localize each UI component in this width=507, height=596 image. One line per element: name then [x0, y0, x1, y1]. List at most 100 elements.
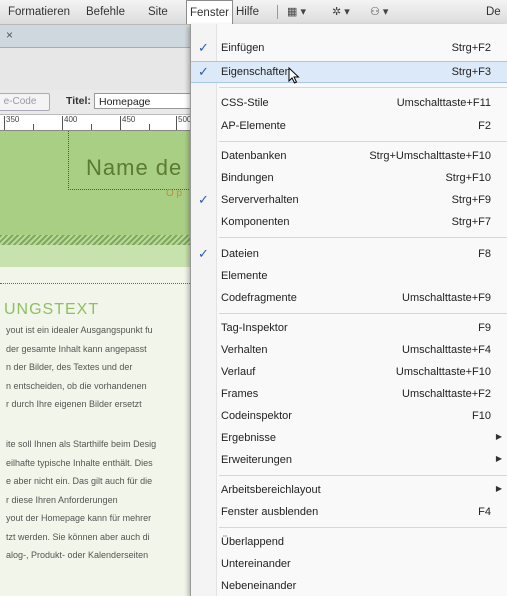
close-icon[interactable]: ×	[6, 28, 13, 42]
menu-item-label: Codefragmente	[221, 292, 297, 304]
body-line: n der Bilder, des Textes und der	[6, 362, 133, 372]
menu-site[interactable]: Site	[148, 0, 168, 24]
submenu-arrow-icon: ▶	[495, 454, 502, 463]
check-icon: ✓	[198, 64, 209, 79]
menu-item-ergebnisse[interactable]: Ergebnisse ▶	[191, 427, 507, 449]
ruler-tick	[4, 116, 5, 130]
check-icon: ✓	[198, 192, 209, 207]
menu-item-label: Elemente	[221, 270, 268, 282]
body-text-block-1: yout ist ein idealer Ausgangspunkt fu de…	[6, 321, 200, 414]
menu-item-codeinspektor[interactable]: Codeinspektor F10	[191, 405, 507, 427]
menu-separator	[219, 527, 507, 528]
ruler-tick	[149, 124, 150, 130]
menu-hilfe[interactable]: Hilfe	[236, 0, 259, 24]
menu-item-erweiterungen[interactable]: Erweiterungen ▶	[191, 449, 507, 471]
menu-separator	[219, 237, 507, 238]
menu-befehle[interactable]: Befehle	[86, 0, 125, 24]
mouse-pointer-icon	[288, 67, 300, 84]
ruler-number: 400	[64, 115, 78, 124]
menu-item-tag-inspektor[interactable]: Tag-Inspektor F9	[191, 317, 507, 339]
body-line: eilhafte typische Inhalte enthält. Dies	[6, 457, 153, 468]
menu-item-shortcut: Umschalttaste+F4	[402, 344, 491, 356]
ruler-tick	[33, 124, 34, 130]
body-line: r durch Ihre eigenen Bilder ersetzt	[6, 399, 142, 409]
ruler-tick	[62, 116, 63, 130]
ruler: 350 400 450 500	[0, 115, 200, 131]
live-code-button[interactable]: e-Code	[0, 93, 50, 111]
menu-item-shortcut: Strg+F7	[451, 216, 491, 228]
menu-item-elemente[interactable]: Elemente	[191, 265, 507, 287]
menu-item-label: Verlauf	[221, 366, 256, 378]
menu-item-shortcut: Strg+F10	[445, 172, 491, 184]
menu-item-label: Überlappend	[221, 536, 284, 548]
design-canvas[interactable]: Name de O p UNGSTEXT yout ist ein ideale…	[0, 131, 200, 596]
menu-separator	[219, 475, 507, 476]
body-line: r diese Ihren Anforderungen	[6, 494, 118, 505]
menu-item-frames[interactable]: Frames Umschalttaste+F2	[191, 383, 507, 405]
menu-formatieren[interactable]: Formatieren	[8, 0, 70, 24]
menu-item-label: Tag-Inspektor	[221, 322, 288, 334]
menu-item-label: Dateien	[221, 248, 259, 260]
menu-item-shortcut: Strg+Umschalttaste+F10	[369, 150, 491, 162]
menu-item-shortcut: F4	[478, 506, 491, 518]
check-icon: ✓	[198, 246, 209, 261]
menu-item-shortcut: Strg+F3	[451, 66, 491, 78]
body-line: n entscheiden, ob die vorhandenen	[6, 380, 147, 391]
menu-separator	[219, 313, 507, 314]
menu-item-shortcut: Strg+F9	[451, 194, 491, 206]
site-map-icon[interactable]: ⚇ ▾	[370, 0, 388, 24]
menu-item-shortcut: F9	[478, 322, 491, 334]
fenster-dropdown-menu: ✓ Einfügen Strg+F2 ✓ Eigenschaften Strg+…	[190, 24, 507, 596]
menu-item-bindungen[interactable]: Bindungen Strg+F10	[191, 167, 507, 189]
menu-item-datenbanken[interactable]: Datenbanken Strg+Umschalttaste+F10	[191, 145, 507, 167]
site-tagline: O p	[166, 188, 183, 199]
menu-item-label: Ergebnisse	[221, 432, 277, 444]
body-line: yout der Homepage kann für mehrer	[6, 513, 152, 523]
menu-item-shortcut: F8	[478, 248, 491, 260]
menu-item-label: Datenbanken	[221, 150, 287, 162]
check-icon: ✓	[198, 40, 209, 55]
layout-icon[interactable]: ▦ ▾	[287, 0, 306, 24]
menu-item-komponenten[interactable]: Komponenten Strg+F7	[191, 211, 507, 233]
menu-item-label: Erweiterungen	[221, 454, 292, 466]
menu-item-ap-elemente[interactable]: AP-Elemente F2	[191, 115, 507, 137]
menu-item-untereinander[interactable]: Untereinander	[191, 553, 507, 575]
menu-item-shortcut: Strg+F2	[451, 42, 491, 54]
menu-item-label: Untereinander	[221, 558, 291, 570]
workspace-label[interactable]: De	[486, 0, 501, 24]
menu-item-dateien[interactable]: ✓ Dateien F8	[191, 243, 507, 265]
menu-item-ueberlappend[interactable]: Überlappend	[191, 531, 507, 553]
document-toolbar: e-Code Titel: Homepage	[0, 90, 200, 115]
menu-item-label: Fenster ausblenden	[221, 506, 319, 518]
menu-item-shortcut: F10	[472, 410, 491, 422]
menu-item-label: Serververhalten	[221, 194, 299, 206]
menu-item-label: Bindungen	[221, 172, 274, 184]
body-line: yout ist ein idealer Ausgangspunkt fu	[6, 325, 153, 335]
ruler-number: 450	[122, 115, 136, 124]
menu-item-label: Frames	[221, 388, 259, 400]
menu-item-eigenschaften[interactable]: ✓ Eigenschaften Strg+F3	[191, 61, 507, 84]
menu-item-codefragmente[interactable]: Codefragmente Umschalttaste+F9	[191, 287, 507, 309]
document-tab-bar: ×	[0, 25, 200, 48]
menu-item-arbeitsbereichlayout[interactable]: Arbeitsbereichlayout ▶	[191, 479, 507, 501]
body-line: der gesamte Inhalt kann angepasst	[6, 343, 147, 354]
gear-icon[interactable]: ✲ ▾	[332, 0, 350, 24]
menu-item-nebeneinander[interactable]: Nebeneinander	[191, 575, 507, 596]
menu-item-einfuegen[interactable]: ✓ Einfügen Strg+F2	[191, 37, 507, 59]
document-area-gap	[0, 48, 200, 91]
submenu-arrow-icon: ▶	[495, 484, 502, 493]
menu-item-label: AP-Elemente	[221, 120, 286, 132]
site-name: Name de	[86, 155, 183, 180]
menu-item-label: Codeinspektor	[221, 410, 292, 422]
menu-separator	[219, 87, 507, 88]
menubar: Formatieren Befehle Site Fenster Hilfe ▦…	[0, 0, 507, 25]
ruler-tick	[176, 116, 177, 130]
menu-item-verlauf[interactable]: Verlauf Umschalttaste+F10	[191, 361, 507, 383]
menu-item-verhalten[interactable]: Verhalten Umschalttaste+F4	[191, 339, 507, 361]
menu-item-serververhalten[interactable]: ✓ Serververhalten Strg+F9	[191, 189, 507, 211]
menu-item-css-stile[interactable]: CSS-Stile Umschalttaste+F11	[191, 92, 507, 114]
menubar-divider	[277, 5, 278, 19]
title-input[interactable]: Homepage	[94, 93, 200, 109]
menu-item-fenster-ausblenden[interactable]: Fenster ausblenden F4	[191, 501, 507, 523]
menu-fenster[interactable]: Fenster	[186, 0, 233, 24]
